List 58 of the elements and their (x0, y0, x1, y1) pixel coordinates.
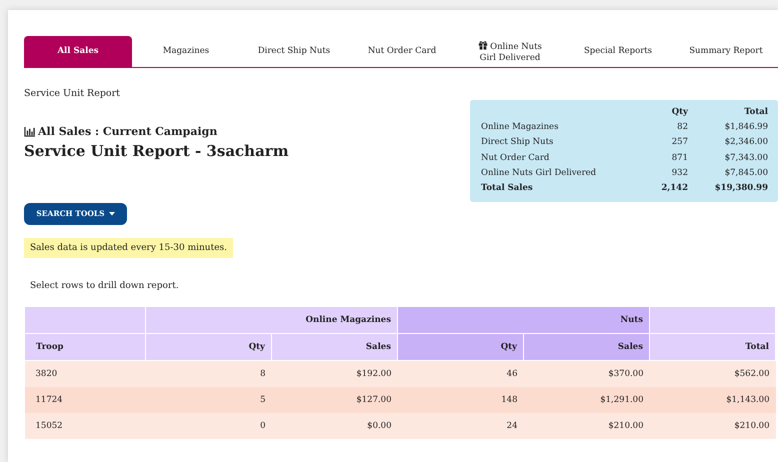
column-header: Qty (670, 106, 688, 117)
summary-label: Online Magazines (481, 122, 560, 132)
table-cell: 148 (398, 386, 524, 413)
summary-qty: 82 (676, 122, 688, 132)
tab[interactable]: Magazines (132, 36, 240, 67)
report-subtitle: All Sales : Current Campaign (38, 125, 218, 138)
tab[interactable]: Direct Ship Nuts (240, 36, 348, 67)
summary-qty: 932 (670, 168, 688, 178)
bar-chart-icon (24, 126, 35, 136)
tab[interactable]: Online Nuts Girl Delivered (456, 36, 564, 67)
summary-label: Online Nuts Girl Delivered (481, 168, 598, 178)
summary-qty: 871 (670, 152, 688, 163)
caret-icon (108, 212, 115, 216)
tab[interactable]: All Sales (24, 36, 132, 67)
tab[interactable]: Summary Report (672, 36, 778, 67)
report-title: Service Unit Report - 3sacharm (24, 142, 289, 160)
tab[interactable]: Nut Order Card (348, 36, 456, 67)
column-header[interactable]: Sales (524, 333, 650, 360)
table-cell: 3820 (24, 360, 146, 387)
summary-label: Direct Ship Nuts (481, 137, 554, 148)
table-cell: 11724 (24, 386, 146, 413)
hint-text: Select rows to drill down report. (30, 280, 180, 291)
breadcrumb: Service Unit Report (24, 88, 121, 99)
table-cell: 46 (398, 360, 524, 387)
table-cell: $1,143.00 (650, 386, 776, 413)
table-cell: $192.00 (272, 360, 398, 387)
table-cell: $127.00 (272, 386, 398, 413)
group-header: Online Magazines (146, 306, 398, 334)
summary-total: $1,846.99 (724, 122, 768, 132)
column-header[interactable]: Total (650, 333, 776, 360)
table-cell: $562.00 (650, 360, 776, 387)
summary-total: $7,845.00 (724, 168, 768, 178)
column-header: Total (743, 106, 768, 117)
table-cell: $0.00 (272, 412, 398, 439)
summary-label: Nut Order Card (481, 152, 550, 163)
summary-total: $7,343.00 (724, 152, 768, 163)
group-header: Nuts (398, 306, 650, 334)
table-cell: 5 (146, 386, 272, 413)
table-cell: $370.00 (524, 360, 650, 387)
summary-qty: 2,142 (660, 183, 688, 194)
table-cell: 24 (398, 412, 524, 439)
gift-icon (478, 40, 488, 50)
table-cell: $210.00 (650, 412, 776, 439)
summary-qty: 257 (670, 137, 688, 148)
summary-total: $2,346.00 (724, 137, 768, 148)
summary-label: Total Sales (481, 183, 534, 194)
table-cell: 8 (146, 360, 272, 387)
summary-total: $19,380.99 (714, 183, 768, 194)
column-header[interactable]: Qty (398, 333, 524, 360)
tab[interactable]: Special Reports (564, 36, 672, 67)
table-cell: 15052 (24, 412, 146, 439)
table-cell: 0 (146, 412, 272, 439)
column-header[interactable]: Sales (272, 333, 398, 360)
table-cell: $1,291.00 (524, 386, 650, 413)
notice: Sales data is updated every 15-30 minutes. (24, 238, 234, 258)
column-header[interactable]: Troop (24, 333, 146, 360)
table-cell: $210.00 (524, 412, 650, 439)
column-header[interactable]: Qty (146, 333, 272, 360)
